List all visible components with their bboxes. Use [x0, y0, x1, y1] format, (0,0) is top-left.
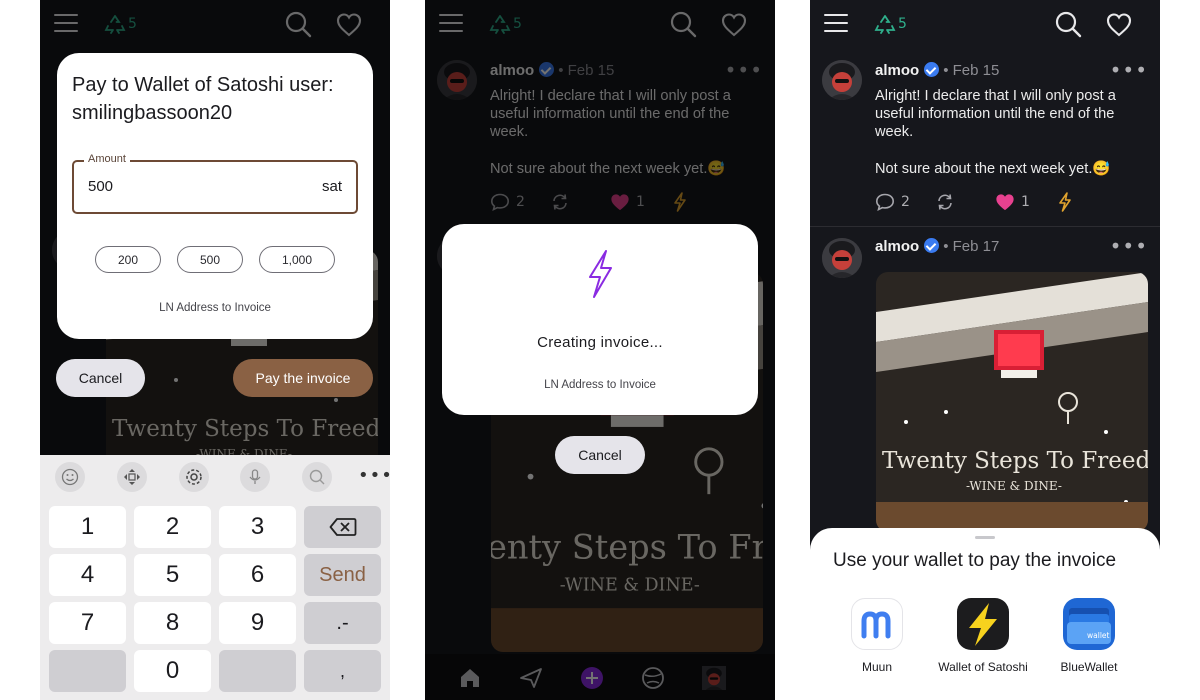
post-author[interactable]: almoo • Feb 17 [875, 238, 999, 255]
wallet-option-bluewallet[interactable]: wallet BlueWallet [1034, 598, 1144, 674]
key-3[interactable]: 3 [219, 506, 296, 548]
post-date: • Feb 17 [943, 238, 1000, 255]
phone-screen-pay-dialog: 5 Pay to Wallet of Satoshi user: smiling… [40, 0, 390, 700]
blank-key-2[interactable] [219, 650, 296, 692]
blank-key[interactable] [49, 650, 126, 692]
comma-key[interactable]: , [304, 650, 381, 692]
bluewallet-icon: wallet [1063, 598, 1115, 650]
verified-badge-icon [924, 62, 940, 77]
wallet-label: BlueWallet [1060, 660, 1118, 674]
phone-screen-creating-invoice: 5 almoo• Feb 15 ••• Alright! I declare t… [425, 0, 775, 700]
preset-chip-1000[interactable]: 1,000 [259, 246, 335, 273]
ln-address-label: LN Address to Invoice [159, 302, 271, 314]
reply-icon [875, 192, 895, 212]
key-7[interactable]: 7 [49, 602, 126, 644]
keyboard-search-icon[interactable] [302, 462, 332, 492]
wallet-label: Muun [861, 660, 893, 674]
backspace-key[interactable] [304, 506, 381, 548]
preset-chip-500[interactable]: 500 [177, 246, 243, 273]
cancel-button[interactable]: Cancel [56, 359, 145, 397]
creating-invoice-dialog: Creating invoice... LN Address to Invoic… [442, 224, 758, 415]
preset-chip-200[interactable]: 200 [95, 246, 161, 273]
key-5[interactable]: 5 [134, 554, 211, 596]
post-author[interactable]: almoo• Feb 15 [875, 62, 999, 79]
backspace-icon [329, 518, 356, 536]
post-image[interactable] [876, 272, 1148, 532]
search-icon[interactable] [1054, 10, 1082, 38]
amount-field[interactable]: Amount 500 sat [72, 153, 358, 214]
dialog-title: Pay to Wallet of Satoshi user: smilingba… [72, 74, 334, 124]
heart-icon[interactable] [1106, 12, 1132, 38]
post-text: Alright! I declare that I will only post… [875, 88, 1116, 177]
heart-filled-icon [995, 192, 1015, 212]
more-options-icon[interactable]: ••• [1110, 234, 1148, 258]
post-actions: 2 1 [875, 190, 1155, 214]
creating-invoice-message: Creating invoice... [537, 334, 663, 351]
pay-invoice-button[interactable]: Pay the invoice [233, 359, 373, 397]
svg-text:wallet: wallet [1087, 631, 1110, 640]
reply-button[interactable]: 2 [875, 190, 910, 214]
wallet-option-wallet-of-satoshi[interactable]: Wallet of Satoshi [928, 598, 1038, 674]
cursor-move-icon[interactable] [117, 462, 147, 492]
wallet-option-muun[interactable]: Muun [822, 598, 932, 674]
sheet-drag-handle[interactable] [975, 536, 995, 539]
send-key[interactable]: Send [304, 554, 381, 596]
amount-unit: sat [321, 178, 342, 195]
like-button[interactable]: 1 [995, 190, 1030, 214]
key-9[interactable]: 9 [219, 602, 296, 644]
muun-icon [851, 598, 903, 650]
zap-icon[interactable] [1057, 190, 1073, 214]
key-2[interactable]: 2 [134, 506, 211, 548]
more-options-icon[interactable]: ••• [1110, 58, 1148, 82]
phone-screen-wallet-chooser: 5 almoo • Feb 15 ••• Alright! I declare t… [810, 0, 1160, 700]
divider [810, 226, 1160, 227]
lightning-bolt-icon [589, 250, 612, 298]
wallet-of-satoshi-icon [957, 598, 1009, 650]
key-1[interactable]: 1 [49, 506, 126, 548]
relay-count: 5 [898, 16, 907, 32]
more-options-icon[interactable]: ••• [358, 465, 390, 486]
repost-icon[interactable] [935, 190, 955, 214]
post-date: • Feb 15 [943, 62, 1000, 79]
key-0[interactable]: 0 [134, 650, 211, 692]
amount-label: Amount [84, 153, 130, 165]
verified-badge-icon [924, 238, 940, 253]
key-4[interactable]: 4 [49, 554, 126, 596]
dot-minus-key[interactable]: .- [304, 602, 381, 644]
microphone-icon[interactable] [240, 462, 270, 492]
ln-address-label: LN Address to Invoice [544, 379, 656, 391]
wallet-chooser-sheet: Use your wallet to pay the invoice Muun … [810, 528, 1160, 700]
cancel-button[interactable]: Cancel [555, 436, 645, 474]
top-bar: 5 [810, 0, 1160, 48]
numeric-keyboard: ••• 1 2 3 4 5 6 Send 7 8 9 .- 0 , [40, 455, 390, 700]
avatar[interactable] [822, 60, 862, 100]
gear-icon[interactable] [179, 462, 209, 492]
pay-dialog: Pay to Wallet of Satoshi user: smilingba… [57, 53, 373, 339]
menu-icon[interactable] [824, 14, 848, 34]
emoji-icon[interactable] [55, 462, 85, 492]
amount-value[interactable]: 500 [88, 178, 113, 195]
keyboard-toolbar: ••• [40, 455, 390, 499]
recycle-icon[interactable] [874, 14, 896, 34]
key-8[interactable]: 8 [134, 602, 211, 644]
avatar[interactable] [822, 238, 862, 278]
sheet-title: Use your wallet to pay the invoice [833, 550, 1117, 571]
wallet-label: Wallet of Satoshi [938, 660, 1028, 674]
key-6[interactable]: 6 [219, 554, 296, 596]
